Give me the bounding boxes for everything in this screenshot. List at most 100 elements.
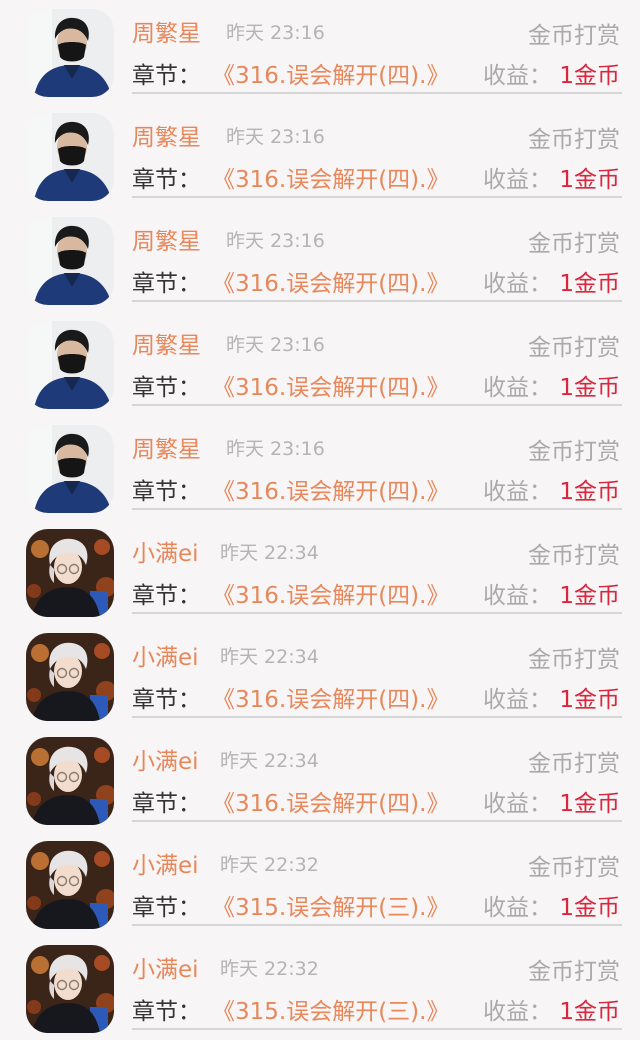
avatar[interactable] — [26, 841, 114, 929]
chapter-label: 章节： — [132, 375, 201, 401]
income-label: 收益： — [483, 479, 552, 505]
reward-type: 金币打赏 — [528, 23, 620, 49]
chapter-title[interactable]: 《316.误会解开(四).》 — [212, 784, 449, 818]
chapter-title[interactable]: 《316.误会解开(四).》 — [212, 264, 449, 298]
row-divider — [132, 300, 622, 302]
row-divider — [132, 924, 622, 926]
reward-time: 昨天 22:34 — [220, 750, 319, 772]
chapter-title[interactable]: 《316.误会解开(四).》 — [212, 56, 449, 90]
income-label: 收益： — [483, 167, 552, 193]
row-divider — [132, 508, 622, 510]
avatar[interactable] — [26, 113, 114, 201]
reward-time: 昨天 22:34 — [220, 542, 319, 564]
user-name[interactable]: 周繁星 — [132, 14, 201, 48]
user-name[interactable]: 小满ei — [132, 638, 199, 672]
reward-time: 昨天 23:16 — [226, 22, 325, 44]
reward-time: 昨天 22:32 — [220, 958, 319, 980]
list-item[interactable]: 周繁星 昨天 23:16 金币打赏 章节： 《316.误会解开(四).》 收益：… — [0, 416, 640, 520]
chapter-title[interactable]: 《315.误会解开(三).》 — [212, 992, 449, 1026]
row-divider — [132, 1028, 622, 1030]
reward-type: 金币打赏 — [528, 959, 620, 985]
user-name[interactable]: 小满ei — [132, 742, 199, 776]
list-item[interactable]: 周繁星 昨天 23:16 金币打赏 章节： 《316.误会解开(四).》 收益：… — [0, 312, 640, 416]
user-name[interactable]: 小满ei — [132, 534, 199, 568]
user-name[interactable]: 周繁星 — [132, 326, 201, 360]
income-label: 收益： — [483, 895, 552, 921]
avatar[interactable] — [26, 425, 114, 513]
reward-time: 昨天 23:16 — [226, 334, 325, 356]
reward-type: 金币打赏 — [528, 647, 620, 673]
row-divider — [132, 716, 622, 718]
avatar[interactable] — [26, 217, 114, 305]
chapter-label: 章节： — [132, 999, 201, 1025]
user-name[interactable]: 小满ei — [132, 846, 199, 880]
chapter-title[interactable]: 《316.误会解开(四).》 — [212, 680, 449, 714]
income-label: 收益： — [483, 791, 552, 817]
avatar[interactable] — [26, 633, 114, 721]
reward-type: 金币打赏 — [528, 439, 620, 465]
row-divider — [132, 404, 622, 406]
list-item[interactable]: 小满ei 昨天 22:34 金币打赏 章节： 《316.误会解开(四).》 收益… — [0, 728, 640, 832]
row-divider — [132, 820, 622, 822]
chapter-label: 章节： — [132, 271, 201, 297]
list-item[interactable]: 周繁星 昨天 23:16 金币打赏 章节： 《316.误会解开(四).》 收益：… — [0, 0, 640, 104]
income-value: 1金币 — [559, 63, 620, 89]
income-value: 1金币 — [559, 583, 620, 609]
chapter-title[interactable]: 《315.误会解开(三).》 — [212, 888, 449, 922]
income-value: 1金币 — [559, 791, 620, 817]
list-item[interactable]: 周繁星 昨天 23:16 金币打赏 章节： 《316.误会解开(四).》 收益：… — [0, 104, 640, 208]
chapter-title[interactable]: 《316.误会解开(四).》 — [212, 472, 449, 506]
income-value: 1金币 — [559, 895, 620, 921]
list-item[interactable]: 小满ei 昨天 22:32 金币打赏 章节： 《315.误会解开(三).》 收益… — [0, 832, 640, 936]
user-name[interactable]: 周繁星 — [132, 430, 201, 464]
reward-type: 金币打赏 — [528, 543, 620, 569]
avatar[interactable] — [26, 9, 114, 97]
avatar[interactable] — [26, 529, 114, 617]
income-value: 1金币 — [559, 999, 620, 1025]
chapter-label: 章节： — [132, 63, 201, 89]
income-label: 收益： — [483, 375, 552, 401]
user-name[interactable]: 周繁星 — [132, 118, 201, 152]
reward-type: 金币打赏 — [528, 231, 620, 257]
income-value: 1金币 — [559, 167, 620, 193]
avatar[interactable] — [26, 945, 114, 1033]
list-item[interactable]: 小满ei 昨天 22:32 金币打赏 章节： 《315.误会解开(三).》 收益… — [0, 936, 640, 1040]
income-label: 收益： — [483, 583, 552, 609]
reward-type: 金币打赏 — [528, 855, 620, 881]
avatar[interactable] — [26, 321, 114, 409]
chapter-label: 章节： — [132, 791, 201, 817]
chapter-label: 章节： — [132, 895, 201, 921]
row-divider — [132, 612, 622, 614]
income-label: 收益： — [483, 999, 552, 1025]
user-name[interactable]: 小满ei — [132, 950, 199, 984]
reward-time: 昨天 22:34 — [220, 646, 319, 668]
avatar[interactable] — [26, 737, 114, 825]
chapter-title[interactable]: 《316.误会解开(四).》 — [212, 160, 449, 194]
reward-type: 金币打赏 — [528, 751, 620, 777]
income-label: 收益： — [483, 63, 552, 89]
reward-list: 周繁星 昨天 23:16 金币打赏 章节： 《316.误会解开(四).》 收益：… — [0, 0, 640, 1040]
reward-time: 昨天 23:16 — [226, 126, 325, 148]
chapter-title[interactable]: 《316.误会解开(四).》 — [212, 576, 449, 610]
row-divider — [132, 196, 622, 198]
income-value: 1金币 — [559, 375, 620, 401]
row-divider — [132, 92, 622, 94]
list-item[interactable]: 小满ei 昨天 22:34 金币打赏 章节： 《316.误会解开(四).》 收益… — [0, 624, 640, 728]
chapter-label: 章节： — [132, 479, 201, 505]
income-label: 收益： — [483, 271, 552, 297]
reward-time: 昨天 23:16 — [226, 230, 325, 252]
chapter-title[interactable]: 《316.误会解开(四).》 — [212, 368, 449, 402]
reward-type: 金币打赏 — [528, 335, 620, 361]
income-label: 收益： — [483, 687, 552, 713]
list-item[interactable]: 周繁星 昨天 23:16 金币打赏 章节： 《316.误会解开(四).》 收益：… — [0, 208, 640, 312]
reward-time: 昨天 23:16 — [226, 438, 325, 460]
reward-type: 金币打赏 — [528, 127, 620, 153]
list-item[interactable]: 小满ei 昨天 22:34 金币打赏 章节： 《316.误会解开(四).》 收益… — [0, 520, 640, 624]
chapter-label: 章节： — [132, 687, 201, 713]
chapter-label: 章节： — [132, 167, 201, 193]
reward-time: 昨天 22:32 — [220, 854, 319, 876]
income-value: 1金币 — [559, 687, 620, 713]
chapter-label: 章节： — [132, 583, 201, 609]
income-value: 1金币 — [559, 271, 620, 297]
user-name[interactable]: 周繁星 — [132, 222, 201, 256]
